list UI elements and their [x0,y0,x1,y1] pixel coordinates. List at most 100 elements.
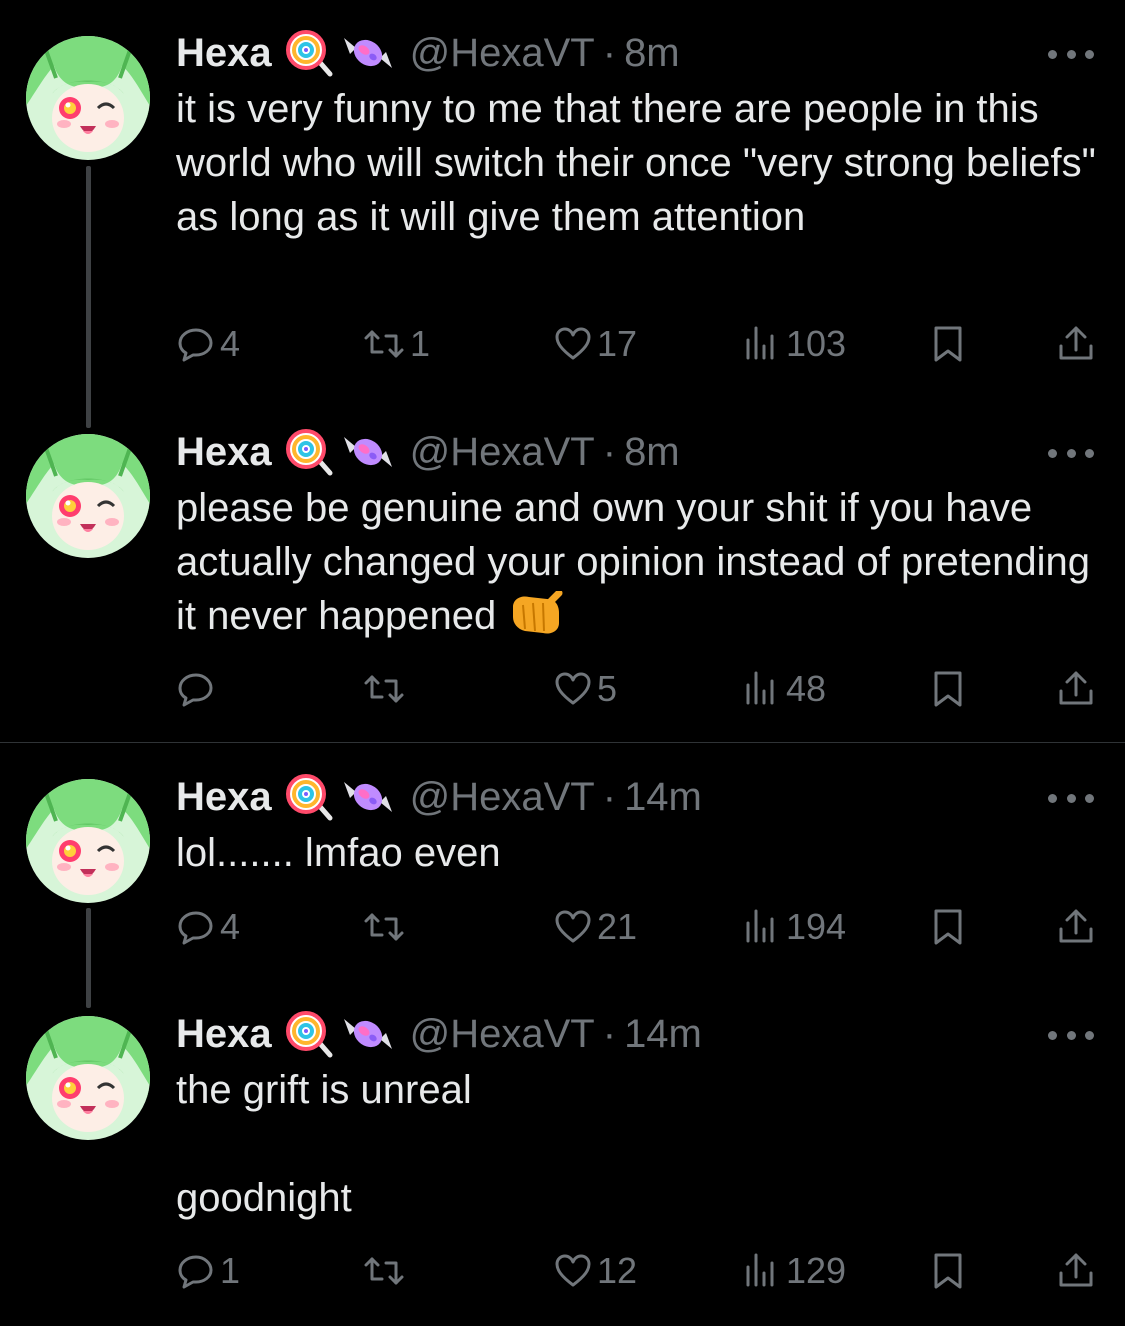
separator-dot: · [602,1011,617,1056]
more-options-icon[interactable] [1048,1028,1094,1042]
retweet-button[interactable]: 1 [362,322,430,366]
reply-icon [176,669,216,709]
timestamp[interactable]: 8m [624,430,680,475]
heart-icon [553,1251,593,1291]
separator-dot: · [602,774,617,819]
views-bar-chart-icon [742,669,782,709]
retweet-icon [362,907,406,947]
bookmark-button[interactable] [928,322,968,366]
bookmark-icon [928,1251,968,1291]
tweet-header: Hexa @HexaVT · 14m [176,1009,702,1059]
lollipop-emoji-icon [284,427,336,477]
separator-dot: · [602,30,617,75]
avatar[interactable] [26,434,150,558]
candy-emoji-icon [342,772,394,822]
lollipop-emoji-icon [284,1009,336,1059]
reply-button[interactable] [176,667,220,711]
reply-icon [176,324,216,364]
share-button[interactable] [1056,905,1096,949]
retweet-button[interactable] [362,1249,410,1293]
avatar[interactable] [26,1016,150,1140]
candy-emoji-icon [342,28,394,78]
candy-emoji-icon [342,1009,394,1059]
timestamp[interactable]: 14m [624,1012,702,1057]
views-button[interactable]: 129 [742,1249,846,1293]
handle[interactable]: @HexaVT [410,430,595,475]
views-bar-chart-icon [742,1251,782,1291]
avatar[interactable] [26,36,150,160]
timestamp[interactable]: 14m [624,775,702,820]
tweet-item[interactable]: Hexa @HexaVT · 8m please be genuine and … [0,420,1125,742]
like-count: 21 [597,906,638,947]
more-options-icon[interactable] [1048,47,1094,61]
reply-count: 1 [220,1250,241,1291]
retweet-icon [362,669,406,709]
lollipop-emoji-icon [284,28,336,78]
share-icon [1056,907,1096,947]
display-name[interactable]: Hexa [176,775,272,820]
like-button[interactable]: 21 [553,905,637,949]
bookmark-icon [928,669,968,709]
display-name[interactable]: Hexa [176,430,272,475]
retweet-count: 1 [410,323,431,364]
bookmark-button[interactable] [928,1249,968,1293]
share-button[interactable] [1056,667,1096,711]
reply-button[interactable]: 4 [176,905,240,949]
tweet-header: Hexa @HexaVT · 8m [176,427,680,477]
views-button[interactable]: 48 [742,667,826,711]
more-options-icon[interactable] [1048,446,1094,460]
views-bar-chart-icon [742,324,782,364]
like-count: 17 [597,323,638,364]
retweet-button[interactable] [362,667,410,711]
share-icon [1056,669,1096,709]
views-bar-chart-icon [742,907,782,947]
share-button[interactable] [1056,322,1096,366]
heart-icon [553,324,593,364]
views-button[interactable]: 194 [742,905,846,949]
bookmark-icon [928,324,968,364]
tweet-header: Hexa @HexaVT · 8m [176,28,680,78]
like-button[interactable]: 12 [553,1249,637,1293]
avatar[interactable] [26,779,150,903]
candy-emoji-icon [342,427,394,477]
tweet-item[interactable]: Hexa @HexaVT · 8m it is very funny to me… [0,0,1125,420]
views-button[interactable]: 103 [742,322,846,366]
tweet-text-body: please be genuine and own your shit if y… [176,486,1090,638]
reply-button[interactable]: 4 [176,322,240,366]
like-button[interactable]: 5 [553,667,617,711]
timestamp[interactable]: 8m [624,31,680,76]
tweet-text: the grift is unreal goodnight [176,1068,472,1220]
handle[interactable]: @HexaVT [410,1012,595,1057]
heart-icon [553,907,593,947]
separator-dot: · [602,429,617,474]
bookmark-button[interactable] [928,905,968,949]
display-name[interactable]: Hexa [176,31,272,76]
tweet-item[interactable]: Hexa @HexaVT · 14m lol....... lmfao even… [0,743,1125,1005]
lollipop-emoji-icon [284,772,336,822]
retweet-button[interactable] [362,905,410,949]
heart-icon [553,669,593,709]
bookmark-icon [928,907,968,947]
handle[interactable]: @HexaVT [410,31,595,76]
tweet-header: Hexa @HexaVT · 14m [176,772,702,822]
reply-count: 4 [220,323,241,364]
action-bar: 5 48 [176,667,1096,711]
display-name[interactable]: Hexa [176,1012,272,1057]
view-count: 48 [786,668,827,709]
share-button[interactable] [1056,1249,1096,1293]
view-count: 103 [786,323,847,364]
action-bar: 4 1 17 103 [176,322,1096,366]
tweet-text: please be genuine and own your shit if y… [176,481,1096,643]
like-button[interactable]: 17 [553,322,637,366]
retweet-icon [362,1251,406,1291]
bookmark-button[interactable] [928,667,968,711]
reply-button[interactable]: 1 [176,1249,240,1293]
view-count: 194 [786,906,847,947]
action-bar: 4 21 194 [176,905,1096,949]
tweet-item[interactable]: Hexa @HexaVT · 14m the grift is unreal g… [0,1005,1125,1325]
more-options-icon[interactable] [1048,791,1094,805]
tweet-text: lol....... lmfao even [176,831,501,875]
handle[interactable]: @HexaVT [410,775,595,820]
share-icon [1056,324,1096,364]
like-count: 5 [597,668,618,709]
